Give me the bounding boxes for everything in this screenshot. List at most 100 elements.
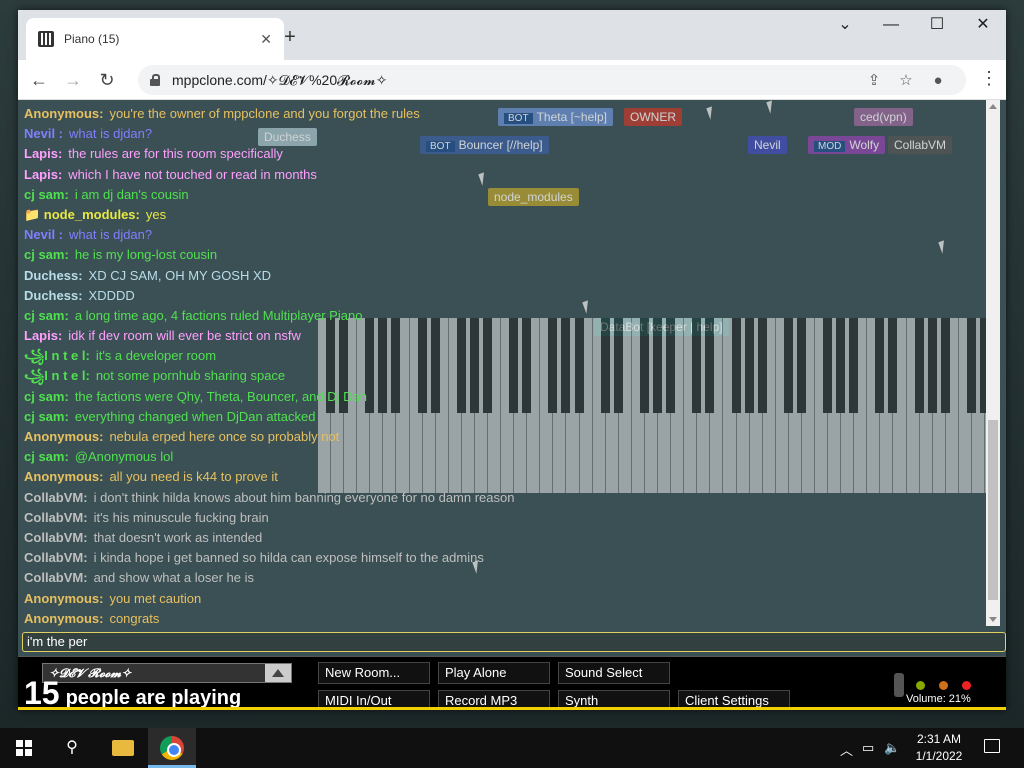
chat-nick[interactable]: ꧁I n t e l: — [24, 348, 90, 363]
tab-close-icon[interactable]: ✕ — [260, 31, 272, 48]
notifications-icon[interactable] — [984, 739, 1000, 753]
chat-message: cj sam: the factions were Qhy, Theta, Bou… — [24, 387, 984, 407]
profile-icon[interactable]: ● — [922, 72, 954, 89]
chat-text: everything changed when DjDan attacked — [74, 408, 316, 424]
browser-tab[interactable]: Piano (15) ✕ — [26, 18, 284, 60]
chat-text: you're the owner of mppclone and you for… — [109, 106, 420, 121]
chat-nick[interactable]: Anonymous: — [24, 429, 103, 444]
chat-nick[interactable]: Nevil : — [24, 227, 63, 242]
volume-label: Volume: 21% — [906, 693, 971, 705]
chat-nick[interactable]: CollabVM: — [24, 550, 88, 565]
tab-search-icon[interactable]: ⌄ — [822, 10, 868, 42]
chat-message: Anonymous: nebula erped here once so prob… — [24, 427, 984, 447]
chat-text: he is my long-lost cousin — [74, 247, 218, 263]
tab-title: Piano (15) — [64, 32, 120, 46]
piano-page: Duchess BOT Theta [~help] OWNER BOT Bouncer [… — [18, 100, 1006, 710]
chat-nick[interactable]: 📁 node_modules: — [24, 207, 140, 222]
chat-nick[interactable]: Lapis: — [24, 328, 62, 343]
chat-message: cj sam: he is my long-lost cousin — [24, 245, 984, 265]
chat-input[interactable]: i'm the per — [22, 632, 1006, 652]
chat-nick[interactable]: Anonymous: — [24, 469, 103, 484]
chat-text: all you need is k44 to prove it — [109, 469, 278, 485]
chat-text: what is djdan? — [69, 227, 153, 243]
clock[interactable]: 2:31 AM 1/1/2022 — [908, 731, 970, 765]
chat-message: 📁 node_modules: yes — [24, 205, 984, 225]
sound-select-button[interactable]: Sound Select — [558, 662, 670, 684]
clock-time: 2:31 AM — [916, 732, 962, 746]
taskbar: ⚲ ︿ ▭ 🔈 2:31 AM 1/1/2022 — [0, 728, 1024, 768]
chat-message: Duchess: XD CJ SAM, OH MY GOSH XD — [24, 266, 984, 286]
chat-nick[interactable]: Anonymous: — [24, 591, 103, 606]
file-explorer-icon[interactable] — [112, 740, 134, 756]
chat-message: cj sam: everything changed when DjDan att… — [24, 407, 984, 427]
chat-nick[interactable]: Anonymous: — [24, 611, 103, 626]
tray-chevron-icon[interactable]: ︿ — [840, 740, 853, 759]
chat-nick[interactable]: Lapis: — [24, 167, 62, 182]
chat-text: i am dj dan's cousin — [74, 186, 189, 202]
chat-text: and show what a loser he is — [93, 570, 254, 586]
player-count-label: people are playing — [65, 687, 242, 709]
back-icon[interactable]: ← — [22, 63, 56, 97]
chat-nick[interactable]: ꧁I n t e l: — [24, 368, 90, 383]
piano-favicon-icon — [38, 31, 54, 47]
chat-nick[interactable]: cj sam: — [24, 308, 69, 323]
chat-nick[interactable]: cj sam: — [24, 449, 69, 464]
chat-nick[interactable]: cj sam: — [24, 187, 69, 202]
chat-text: idk if dev room will ever be strict on n… — [68, 328, 301, 344]
chat-scrollbar[interactable] — [986, 100, 1000, 626]
chat-nick[interactable]: CollabVM: — [24, 490, 88, 505]
status-light — [939, 681, 948, 690]
share-icon[interactable]: ⇪ — [858, 71, 890, 89]
url-text[interactable]: mppclone.com/✧𝓓𝓔𝓥%20𝓡𝓸𝓸𝓶✧ — [172, 72, 858, 89]
new-room-button[interactable]: New Room... — [318, 662, 430, 684]
lock-icon[interactable] — [150, 74, 160, 86]
minimize-button[interactable]: — — [868, 10, 914, 42]
reload-icon[interactable]: ↻ — [90, 63, 124, 97]
title-bar: Piano (15) ✕ + ⌄ — ☐ ✕ — [18, 10, 1006, 60]
chat-text: the factions were Qhy, Theta, Bouncer, a… — [74, 388, 367, 404]
volume-knob[interactable] — [894, 673, 904, 697]
chat-log: Anonymous: you're the owner of mppclone a… — [24, 104, 984, 626]
chat-text: nebula erped here once so probably not — [109, 429, 340, 444]
clock-date: 1/1/2022 — [915, 749, 963, 763]
chat-message: CollabVM: and show what a loser he is — [24, 568, 984, 588]
scroll-thumb[interactable] — [988, 420, 998, 600]
chat-nick[interactable]: cj sam: — [24, 247, 69, 262]
chat-nick[interactable]: Lapis: — [24, 146, 62, 161]
chat-message: Anonymous: congrats — [24, 609, 984, 626]
forward-icon[interactable]: → — [56, 63, 90, 97]
chat-nick[interactable]: CollabVM: — [24, 510, 88, 525]
speaker-muted-icon[interactable]: 🔈 — [884, 740, 900, 756]
player-count: 15 people are playing — [24, 675, 241, 710]
chat-message: Lapis: idk if dev room will ever be stric… — [24, 326, 984, 346]
chat-nick[interactable]: cj sam: — [24, 389, 69, 404]
chat-text: yes — [145, 206, 167, 222]
chat-nick[interactable]: CollabVM: — [24, 530, 88, 545]
scroll-down-icon[interactable] — [989, 617, 997, 622]
chat-text: i kinda hope i get banned so hilda can e… — [93, 550, 484, 566]
address-bar[interactable]: mppclone.com/✧𝓓𝓔𝓥%20𝓡𝓸𝓸𝓶✧ ⇪ ☆ ● — [138, 65, 966, 95]
room-dropdown-icon[interactable] — [265, 664, 291, 682]
chat-nick[interactable]: Anonymous: — [24, 106, 103, 121]
chat-nick[interactable]: CollabVM: — [24, 570, 88, 585]
network-icon[interactable]: ▭ — [862, 740, 874, 756]
chat-nick[interactable]: Duchess: — [24, 268, 83, 283]
maximize-button[interactable]: ☐ — [914, 10, 960, 42]
play-alone-button[interactable]: Play Alone — [438, 662, 550, 684]
chat-nick[interactable]: Duchess: — [24, 288, 83, 303]
chat-text: you met caution — [109, 590, 202, 606]
chat-message: Lapis: the rules are for this room specif… — [24, 144, 984, 164]
chat-message: ꧁I n t e l: it's a developer room — [24, 346, 984, 366]
browser-menu-icon[interactable]: ⋮ — [980, 68, 998, 89]
search-icon[interactable]: ⚲ — [48, 728, 96, 768]
start-windows-icon[interactable] — [16, 740, 32, 756]
close-window-button[interactable]: ✕ — [960, 10, 1006, 42]
chat-text: congrats — [109, 610, 160, 626]
bookmark-star-icon[interactable]: ☆ — [890, 71, 922, 89]
chat-nick[interactable]: cj sam: — [24, 409, 69, 424]
chrome-icon[interactable] — [160, 736, 184, 760]
scroll-up-icon[interactable] — [989, 104, 997, 109]
chat-nick[interactable]: Nevil : — [24, 126, 63, 141]
new-tab-button[interactable]: + — [276, 24, 304, 52]
chat-text: @Anonymous lol — [74, 449, 174, 465]
